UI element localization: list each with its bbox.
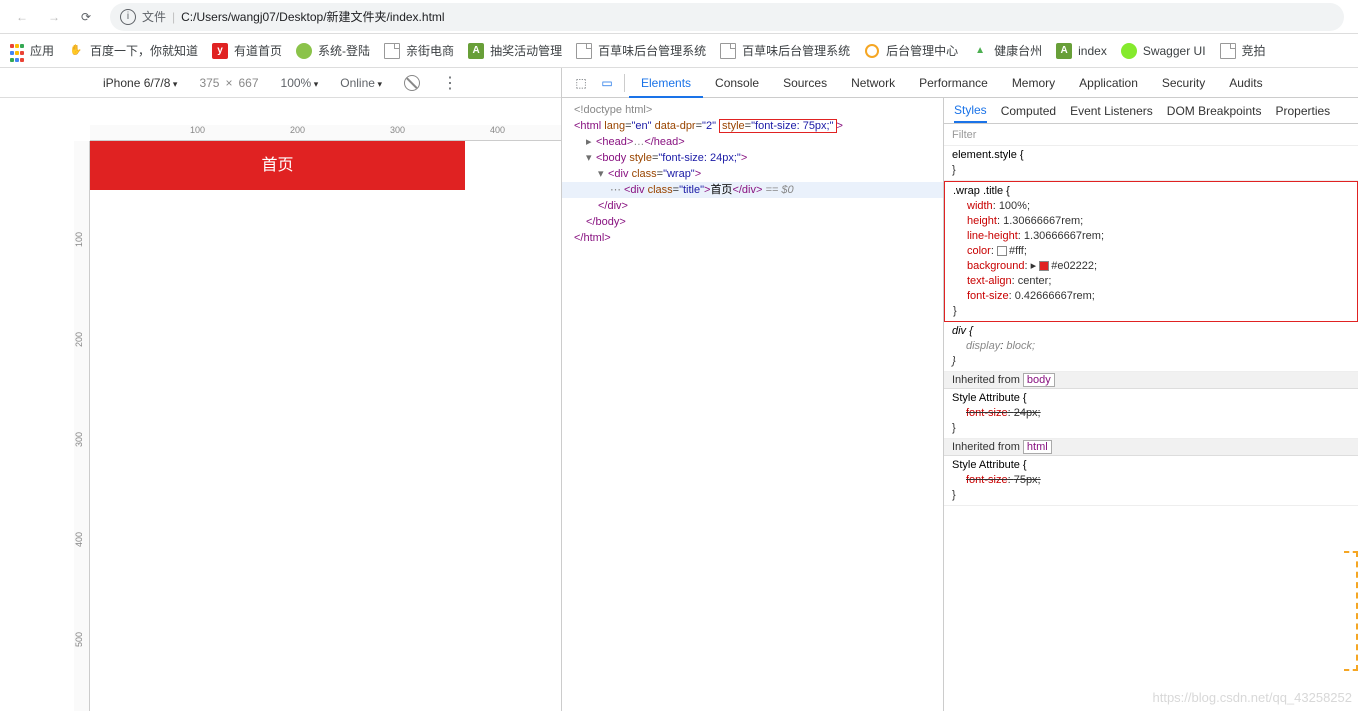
swagger-icon	[1121, 43, 1137, 59]
selected-node[interactable]: ⋯<div class="title">首页</div> == $0	[562, 182, 943, 198]
reload-button[interactable]: ⟳	[72, 3, 100, 31]
zoom-select[interactable]: 100%	[281, 76, 319, 90]
devtools-panel: ⬚ ▭ Elements Console Sources Network Per…	[562, 68, 1358, 711]
styles-panel: Styles Computed Event Listeners DOM Brea…	[944, 98, 1358, 711]
baidu-icon: ✋	[68, 43, 84, 59]
rule-wrap-title[interactable]: .wrap .title { width: 100%; height: 1.30…	[944, 181, 1358, 322]
emulated-page[interactable]: 首页	[90, 141, 465, 190]
page-title-bar: 首页	[90, 141, 465, 190]
site-info-icon[interactable]: i	[120, 9, 136, 25]
tab-performance[interactable]: Performance	[907, 68, 1000, 98]
device-mode-icon[interactable]: ▭	[594, 76, 620, 90]
tab-properties[interactable]: Properties	[1275, 104, 1330, 118]
rule-html-style-attr[interactable]: Style Attribute { font-size: 75px; }	[944, 456, 1358, 506]
apps-icon	[8, 43, 24, 59]
page-icon	[576, 43, 592, 59]
url-path: C:/Users/wangj07/Desktop/新建文件夹/index.htm…	[181, 8, 444, 25]
letter-a-icon: A	[468, 43, 484, 59]
rotate-icon[interactable]	[404, 75, 420, 91]
bookmark-baidu[interactable]: ✋百度一下，你就知道	[68, 42, 198, 59]
devtools-tabs: ⬚ ▭ Elements Console Sources Network Per…	[562, 68, 1358, 98]
bookmarks-bar: 应用 ✋百度一下，你就知道 y有道首页 系统-登陆 亲街电商 A抽奖活动管理 百…	[0, 34, 1358, 68]
tab-computed[interactable]: Computed	[1001, 104, 1056, 118]
more-options-button[interactable]: ⋮	[442, 73, 458, 93]
rule-body-style-attr[interactable]: Style Attribute { font-size: 24px; }	[944, 389, 1358, 439]
page-icon	[720, 43, 736, 59]
bookmark-health[interactable]: ▲健康台州	[972, 42, 1042, 59]
leaf-icon	[296, 43, 312, 59]
url-scheme-label: 文件	[142, 8, 166, 25]
tab-memory[interactable]: Memory	[1000, 68, 1067, 98]
viewport-dimensions[interactable]: 375×667	[199, 76, 258, 90]
inherited-from-body: Inherited from body	[944, 372, 1358, 389]
bookmark-system-login[interactable]: 系统-登陆	[296, 42, 370, 59]
page-icon	[1220, 43, 1236, 59]
tab-sources[interactable]: Sources	[771, 68, 839, 98]
tab-console[interactable]: Console	[703, 68, 771, 98]
bookmark-swagger[interactable]: Swagger UI	[1121, 43, 1206, 59]
youdao-icon: y	[212, 43, 228, 59]
bookmark-bcw2[interactable]: 百草味后台管理系统	[720, 42, 850, 59]
inherited-from-html: Inherited from html	[944, 439, 1358, 456]
inspect-icon[interactable]: ⬚	[568, 76, 594, 90]
tab-styles[interactable]: Styles	[954, 103, 987, 123]
bookmark-lottery[interactable]: A抽奖活动管理	[468, 42, 562, 59]
letter-a-icon: A	[1056, 43, 1072, 59]
tab-network[interactable]: Network	[839, 68, 907, 98]
tab-security[interactable]: Security	[1150, 68, 1217, 98]
forward-button[interactable]: →	[40, 3, 68, 31]
color-swatch-white[interactable]	[997, 246, 1007, 256]
back-button[interactable]: ←	[8, 3, 36, 31]
watermark: https://blog.csdn.net/qq_43258252	[1153, 690, 1353, 705]
tab-event-listeners[interactable]: Event Listeners	[1070, 104, 1153, 118]
bookmark-bcw1[interactable]: 百草味后台管理系统	[576, 42, 706, 59]
address-bar[interactable]: i 文件 | C:/Users/wangj07/Desktop/新建文件夹/in…	[110, 3, 1344, 31]
ruler-horizontal: 100 200 300 400	[90, 125, 561, 141]
bookmark-qinjie[interactable]: 亲街电商	[384, 42, 454, 59]
circle-icon	[864, 43, 880, 59]
device-toolbar: iPhone 6/7/8 375×667 100% Online ⋮	[0, 68, 561, 98]
mountain-icon: ▲	[972, 43, 988, 59]
bookmark-youdao[interactable]: y有道首页	[212, 42, 282, 59]
crop-handle	[1344, 551, 1358, 671]
throttle-select[interactable]: Online	[340, 76, 382, 90]
bookmark-auction[interactable]: 竞拍	[1220, 42, 1266, 59]
ruler-vertical: 100 200 300 400 500	[74, 141, 90, 711]
elements-tree[interactable]: <!doctype html> <html lang="en" data-dpr…	[562, 98, 944, 711]
page-icon	[384, 43, 400, 59]
styles-filter[interactable]: Filter	[952, 129, 976, 141]
rule-element-style[interactable]: element.style { }	[944, 146, 1358, 181]
tab-audits[interactable]: Audits	[1217, 68, 1274, 98]
bookmark-admin[interactable]: 后台管理中心	[864, 42, 958, 59]
apps-button[interactable]: 应用	[8, 42, 54, 59]
browser-toolbar: ← → ⟳ i 文件 | C:/Users/wangj07/Desktop/新建…	[0, 0, 1358, 34]
device-viewport: 100 200 300 400 100 200 300 400 500 首页	[0, 98, 561, 711]
rule-div[interactable]: div { display: block; }	[944, 322, 1358, 372]
color-swatch-red[interactable]	[1039, 261, 1049, 271]
device-select[interactable]: iPhone 6/7/8	[103, 76, 177, 90]
bookmark-index[interactable]: Aindex	[1056, 43, 1107, 59]
tab-elements[interactable]: Elements	[629, 68, 703, 98]
tab-application[interactable]: Application	[1067, 68, 1150, 98]
tab-dom-breakpoints[interactable]: DOM Breakpoints	[1167, 104, 1262, 118]
